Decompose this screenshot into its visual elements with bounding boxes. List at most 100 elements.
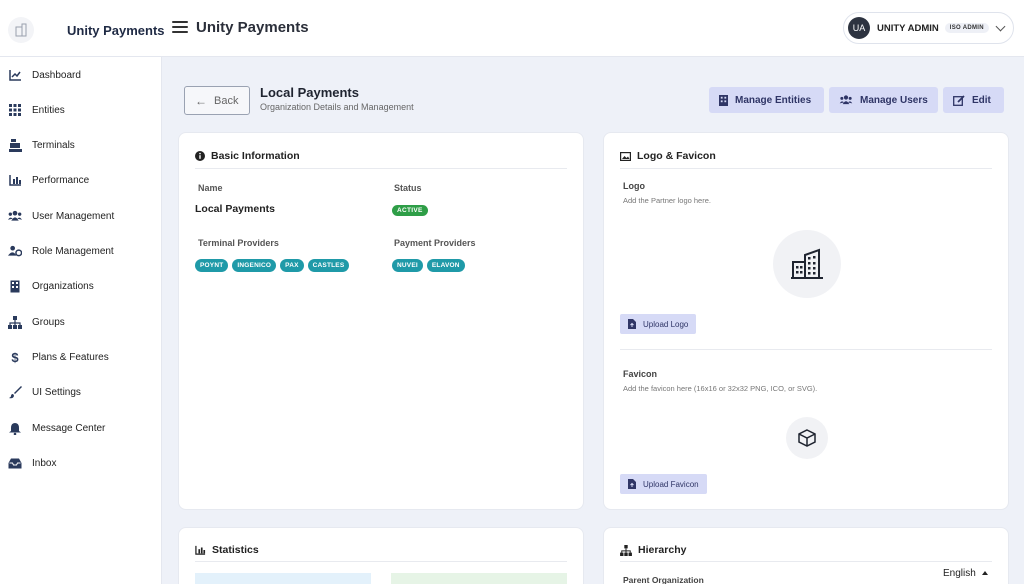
chart-line-icon	[8, 68, 22, 82]
file-upload-icon	[628, 319, 636, 329]
bar-chart-icon	[195, 545, 206, 555]
image-icon	[620, 151, 631, 161]
building-icon	[8, 279, 22, 293]
sitemap-icon	[8, 315, 22, 329]
chevron-down-icon	[995, 21, 1006, 32]
divider	[620, 168, 992, 169]
arrow-left-icon: ←	[195, 93, 207, 108]
sidebar-item-label: Groups	[32, 316, 65, 328]
sidebar-item-label: Dashboard	[32, 69, 81, 81]
sidebar-item-label: Inbox	[32, 457, 57, 469]
sitemap-icon	[620, 544, 632, 556]
grid-icon	[8, 103, 22, 117]
logo-label: Logo	[623, 181, 645, 191]
cash-register-icon	[8, 138, 22, 152]
card-title: Basic Information	[195, 150, 300, 162]
paint-brush-icon	[8, 385, 22, 399]
language-label: English	[943, 567, 976, 579]
favicon-preview	[786, 417, 828, 459]
sidebar-item-dashboard[interactable]: Dashboard	[0, 60, 162, 90]
card-title: Logo & Favicon	[620, 150, 716, 162]
sidebar-item-label: Plans & Features	[32, 351, 109, 363]
provider-chip: PAX	[280, 259, 304, 272]
stat-tile	[195, 573, 371, 584]
sidebar-item-performance[interactable]: Performance	[0, 165, 162, 195]
favicon-description: Add the favicon here (16x16 or 32x32 PNG…	[623, 384, 818, 393]
top-bar: Unity Payments Unity Payments UA UNITY A…	[0, 0, 1024, 57]
sidebar-item-organizations[interactable]: Organizations	[0, 271, 162, 301]
status-badge: ACTIVE	[392, 205, 428, 216]
statistics-card: Statistics	[178, 527, 584, 584]
sidebar-item-label: Terminals	[32, 139, 75, 151]
card-title-text: Hierarchy	[638, 544, 687, 556]
sidebar-item-ui-settings[interactable]: UI Settings	[0, 377, 162, 407]
sidebar-item-label: Organizations	[32, 280, 94, 292]
sidebar-item-message-center[interactable]: Message Center	[0, 413, 162, 443]
edit-label: Edit	[972, 94, 991, 106]
status-label: Status	[394, 183, 422, 193]
terminal-providers-label: Terminal Providers	[198, 238, 279, 248]
user-name: UNITY ADMIN	[877, 22, 939, 34]
card-title: Statistics	[195, 544, 259, 556]
sidebar-item-entities[interactable]: Entities	[0, 95, 162, 125]
sidebar-item-user-management[interactable]: User Management	[0, 201, 162, 231]
sidebar-item-label: Message Center	[32, 422, 106, 434]
back-button-label: Back	[214, 94, 239, 107]
info-circle-icon	[195, 151, 205, 161]
divider	[195, 168, 567, 169]
avatar: UA	[848, 17, 870, 39]
logo-description: Add the Partner logo here.	[623, 196, 711, 205]
manage-users-label: Manage Users	[860, 94, 928, 106]
users-cog-icon	[8, 244, 22, 258]
file-upload-icon	[628, 479, 636, 489]
sidebar-item-role-management[interactable]: Role Management	[0, 236, 162, 266]
bar-chart-icon	[8, 173, 22, 187]
sidebar-item-terminals[interactable]: Terminals	[0, 130, 162, 160]
logo-favicon-card: Logo & Favicon Logo Add the Partner logo…	[603, 132, 1009, 510]
divider	[620, 349, 992, 350]
upload-favicon-button[interactable]: Upload Favicon	[620, 474, 707, 494]
role-badge: ISO ADMIN	[944, 23, 989, 33]
user-menu[interactable]: UA UNITY ADMIN ISO ADMIN	[843, 12, 1014, 44]
upload-logo-button[interactable]: Upload Logo	[620, 314, 697, 334]
payment-providers-list: NUVEI ELAVON	[392, 259, 465, 272]
payment-providers-label: Payment Providers	[394, 238, 476, 248]
edit-icon	[953, 94, 965, 106]
brand-logo[interactable]	[8, 17, 34, 43]
menu-toggle-icon[interactable]	[172, 19, 188, 35]
provider-chip: INGENICO	[232, 259, 277, 272]
provider-chip: CASTLES	[307, 259, 350, 272]
page-subtitle: Organization Details and Management	[260, 102, 414, 112]
divider	[195, 561, 567, 562]
users-icon	[839, 95, 853, 105]
sidebar-item-plans-features[interactable]: $ Plans & Features	[0, 342, 162, 372]
building-icon	[719, 94, 728, 106]
upload-favicon-label: Upload Favicon	[643, 479, 699, 489]
back-button[interactable]: ← Back	[184, 86, 250, 115]
card-title: Hierarchy	[620, 544, 686, 556]
sidebar-item-groups[interactable]: Groups	[0, 307, 162, 337]
favicon-label: Favicon	[623, 369, 658, 379]
caret-up-icon	[981, 571, 988, 575]
card-title-text: Logo & Favicon	[637, 150, 716, 162]
sidebar-item-label: Role Management	[32, 245, 114, 257]
terminal-providers-list: POYNT INGENICO PAX CASTLES	[195, 259, 350, 272]
edit-button[interactable]: Edit	[943, 87, 1004, 113]
provider-chip: POYNT	[195, 259, 229, 272]
page-title: Local Payments	[260, 85, 359, 100]
manage-entities-label: Manage Entities	[735, 94, 812, 106]
building-icon	[791, 248, 823, 279]
manage-users-button[interactable]: Manage Users	[829, 87, 938, 113]
card-title-text: Statistics	[212, 544, 259, 556]
sidebar-item-inbox[interactable]: Inbox	[0, 448, 162, 478]
card-title-text: Basic Information	[211, 150, 300, 162]
language-selector[interactable]: English	[934, 562, 998, 584]
sidebar-item-label: User Management	[32, 210, 115, 222]
building-icon	[15, 23, 27, 37]
manage-entities-button[interactable]: Manage Entities	[709, 87, 824, 113]
dollar-icon: $	[11, 349, 19, 365]
sidebar: Dashboard Entities Terminals Performance…	[0, 57, 162, 584]
cube-icon	[798, 429, 816, 447]
provider-chip: ELAVON	[426, 259, 465, 272]
brand-name: Unity Payments	[67, 23, 165, 38]
